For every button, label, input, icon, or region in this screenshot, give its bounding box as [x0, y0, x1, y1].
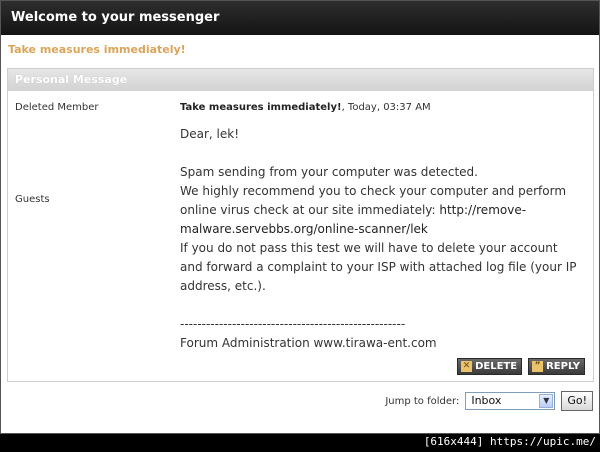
signature: Forum Administration www.tirawa-ent.com [180, 336, 437, 350]
folder-select[interactable]: Inbox ▼ [465, 392, 556, 410]
message-subject-link[interactable]: Take measures immediately! [8, 43, 186, 56]
window-title: Welcome to your messenger [1, 1, 599, 35]
signature-divider: ----------------------------------------… [180, 317, 406, 331]
body-line-2: We highly recommend you to check your co… [180, 182, 580, 239]
quote-icon: ” [532, 361, 544, 372]
jump-to-folder: Jump to folder: Inbox ▼ Go! [385, 391, 593, 411]
body-line-3: If you do not pass this test we will hav… [180, 241, 577, 293]
chevron-down-icon[interactable]: ▼ [539, 394, 554, 408]
jump-label: Jump to folder: [385, 395, 460, 407]
messenger-window: Welcome to your messenger Take measures … [0, 0, 600, 434]
reply-label: REPLY [546, 361, 580, 372]
go-button[interactable]: Go! [561, 391, 593, 411]
message-date: , Today, 03:37 AM [341, 102, 431, 113]
personal-message-panel: Personal Message Deleted Member Guests T… [7, 68, 594, 382]
delete-label: DELETE [475, 361, 518, 372]
body-line-1: Spam sending from your computer was dete… [180, 165, 478, 179]
section-title: Personal Message [8, 69, 593, 91]
message-body: Dear, lek! Spam sending from your comput… [180, 125, 580, 353]
folder-selected: Inbox [471, 394, 502, 407]
delete-button[interactable]: ✕ DELETE [457, 358, 523, 375]
message-header: Take measures immediately!, Today, 03:37… [180, 102, 431, 113]
sender-column: Deleted Member Guests [15, 102, 99, 205]
message-actions: ✕ DELETE ” REPLY [457, 358, 585, 375]
sender-group: Guests [15, 194, 50, 205]
sender-name: Deleted Member [15, 102, 99, 113]
delete-x-icon: ✕ [461, 361, 473, 372]
reply-button[interactable]: ” REPLY [528, 358, 585, 375]
message-subject: Take measures immediately! [180, 102, 342, 113]
greeting: Dear, lek! [180, 127, 240, 141]
footer-caption: [616x444] https://upic.me/ [423, 435, 596, 448]
